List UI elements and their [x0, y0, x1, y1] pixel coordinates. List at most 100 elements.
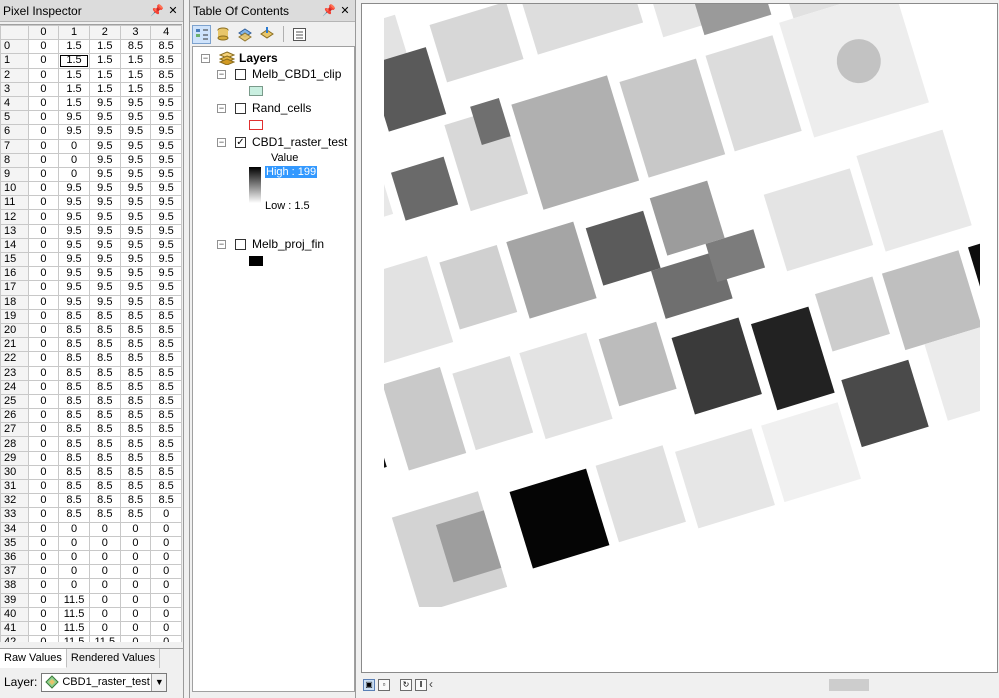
grid-cell[interactable]: 9.5: [88, 195, 121, 211]
layer-row-melb-cbd1-clip[interactable]: − Melb_CBD1_clip: [217, 67, 341, 81]
grid-cell[interactable]: 9.5: [119, 95, 152, 112]
grid-cell[interactable]: 8.5: [150, 294, 182, 310]
layer-visibility-checkbox[interactable]: [235, 102, 246, 114]
grid-cell[interactable]: 8.5: [119, 507, 152, 523]
grid-cell[interactable]: 0: [27, 464, 60, 481]
grid-cell[interactable]: 9.5: [119, 294, 152, 310]
grid-cell[interactable]: 0: [27, 337, 60, 353]
grid-cell[interactable]: 9.5: [58, 251, 90, 268]
grid-cell[interactable]: 9.5: [58, 195, 90, 211]
grid-cell[interactable]: 0: [27, 251, 60, 268]
grid-cell[interactable]: 0: [27, 393, 60, 410]
grid-cell[interactable]: 8.5: [58, 436, 90, 452]
grid-cell[interactable]: 9.5: [150, 138, 182, 154]
list-by-drawing-order-button[interactable]: [192, 24, 211, 44]
grid-cell[interactable]: 0: [27, 549, 60, 566]
grid-cell[interactable]: 9.5: [58, 280, 90, 296]
grid-cell[interactable]: 0: [119, 606, 152, 622]
grid-cell[interactable]: 8.5: [58, 464, 90, 481]
grid-cell[interactable]: 8.5: [150, 67, 182, 83]
grid-cell[interactable]: 8.5: [119, 379, 152, 395]
layer-dropdown[interactable]: CBD1_raster_test ▼: [41, 672, 168, 692]
grid-cell[interactable]: 0: [27, 408, 60, 424]
pixel-values-grid[interactable]: 01234 0 0 1.5 1.5 8.5 8.5 1 0 1.5 1.5 1.5 8.5 2 0 1.5 1…: [0, 24, 182, 642]
grid-cell[interactable]: 0: [58, 152, 90, 168]
grid-cell[interactable]: 0: [27, 53, 60, 69]
layer-row-rand-cells[interactable]: − Rand_cells: [217, 101, 311, 115]
grid-cell[interactable]: 0: [27, 606, 60, 622]
grid-cell[interactable]: 0: [27, 620, 60, 637]
grid-cell[interactable]: 0: [27, 39, 60, 55]
grid-cell[interactable]: 9.5: [58, 223, 90, 239]
grid-cell[interactable]: 0: [88, 620, 121, 637]
tab-rendered-values[interactable]: Rendered Values: [67, 649, 161, 668]
grid-cell[interactable]: 0: [27, 81, 60, 97]
grid-cell[interactable]: 9.5: [58, 294, 90, 310]
grid-cell[interactable]: 9.5: [88, 166, 121, 183]
grid-cell[interactable]: 0: [27, 436, 60, 452]
grid-cell[interactable]: 8.5: [119, 393, 152, 410]
grid-cell[interactable]: 0: [27, 308, 60, 324]
grid-cell[interactable]: 0: [88, 549, 121, 566]
grid-cell[interactable]: 9.5: [88, 110, 121, 126]
grid-cell[interactable]: 9.5: [88, 237, 121, 254]
grid-cell[interactable]: 8.5: [150, 308, 182, 324]
grid-cell[interactable]: 0: [58, 578, 90, 594]
grid-cell[interactable]: 8.5: [119, 365, 152, 381]
pin-icon[interactable]: 📌: [150, 4, 164, 17]
grid-cell[interactable]: 1.5: [88, 39, 121, 55]
polygon-symbol-swatch[interactable]: [249, 120, 263, 130]
grid-cell[interactable]: 8.5: [119, 337, 152, 353]
grid-cell[interactable]: 9.5: [119, 195, 152, 211]
collapse-icon[interactable]: −: [217, 239, 226, 249]
refresh-icon[interactable]: ↻: [400, 679, 412, 691]
grid-cell[interactable]: 9.5: [88, 266, 121, 282]
grid-cell[interactable]: 8.5: [150, 379, 182, 395]
grid-cell[interactable]: 8.5: [119, 436, 152, 452]
grid-cell[interactable]: 9.5: [88, 280, 121, 296]
grid-cell[interactable]: 8.5: [150, 393, 182, 410]
grid-cell[interactable]: 8.5: [119, 308, 152, 324]
grid-cell[interactable]: 8.5: [119, 322, 152, 339]
grid-cell[interactable]: 0: [27, 521, 60, 537]
grid-cell[interactable]: 9.5: [150, 110, 182, 126]
polygon-symbol-swatch[interactable]: [249, 256, 263, 266]
grid-cell[interactable]: 0: [88, 564, 121, 580]
grid-cell[interactable]: 0: [150, 606, 182, 622]
grid-cell[interactable]: 0: [27, 478, 60, 495]
grid-cell[interactable]: 0: [150, 521, 182, 537]
grid-cell[interactable]: 0: [119, 535, 152, 551]
grid-cell[interactable]: 9.5: [150, 223, 182, 239]
grid-cell[interactable]: 9.5: [150, 209, 182, 225]
grid-cell[interactable]: 9.5: [150, 124, 182, 140]
grid-cell[interactable]: 0: [58, 549, 90, 566]
grid-cell[interactable]: 8.5: [88, 493, 121, 509]
grid-cell[interactable]: 9.5: [150, 181, 182, 197]
grid-cell[interactable]: 0: [27, 450, 60, 466]
grid-cell[interactable]: 0: [119, 564, 152, 580]
horizontal-scrollbar[interactable]: ‹: [429, 677, 995, 692]
grid-cell[interactable]: 0: [27, 209, 60, 225]
collapse-icon[interactable]: −: [217, 137, 226, 147]
grid-cell[interactable]: 8.5: [88, 478, 121, 495]
grid-cell[interactable]: 8.5: [150, 322, 182, 339]
grid-cell[interactable]: 8.5: [88, 393, 121, 410]
grid-cell[interactable]: 9.5: [119, 209, 152, 225]
grid-cell[interactable]: 9.5: [150, 195, 182, 211]
grid-cell[interactable]: 0: [119, 592, 152, 608]
chevron-down-icon[interactable]: ▼: [151, 673, 167, 691]
grid-cell[interactable]: 11.5: [58, 635, 90, 642]
grid-cell[interactable]: 1.5: [88, 81, 121, 97]
list-by-selection-button[interactable]: [258, 25, 277, 44]
close-icon[interactable]: ✕: [338, 4, 352, 17]
grid-cell[interactable]: 8.5: [88, 422, 121, 438]
grid-cell[interactable]: 0: [27, 365, 60, 381]
grid-cell[interactable]: 0: [119, 620, 152, 637]
grid-cell[interactable]: 9.5: [119, 280, 152, 296]
grid-cell[interactable]: 8.5: [58, 493, 90, 509]
grid-cell[interactable]: 8.5: [150, 422, 182, 438]
grid-cell[interactable]: 0: [150, 535, 182, 551]
grid-cell[interactable]: 8.5: [119, 408, 152, 424]
layers-root-row[interactable]: − Layers: [201, 51, 278, 65]
grid-cell[interactable]: 8.5: [58, 450, 90, 466]
